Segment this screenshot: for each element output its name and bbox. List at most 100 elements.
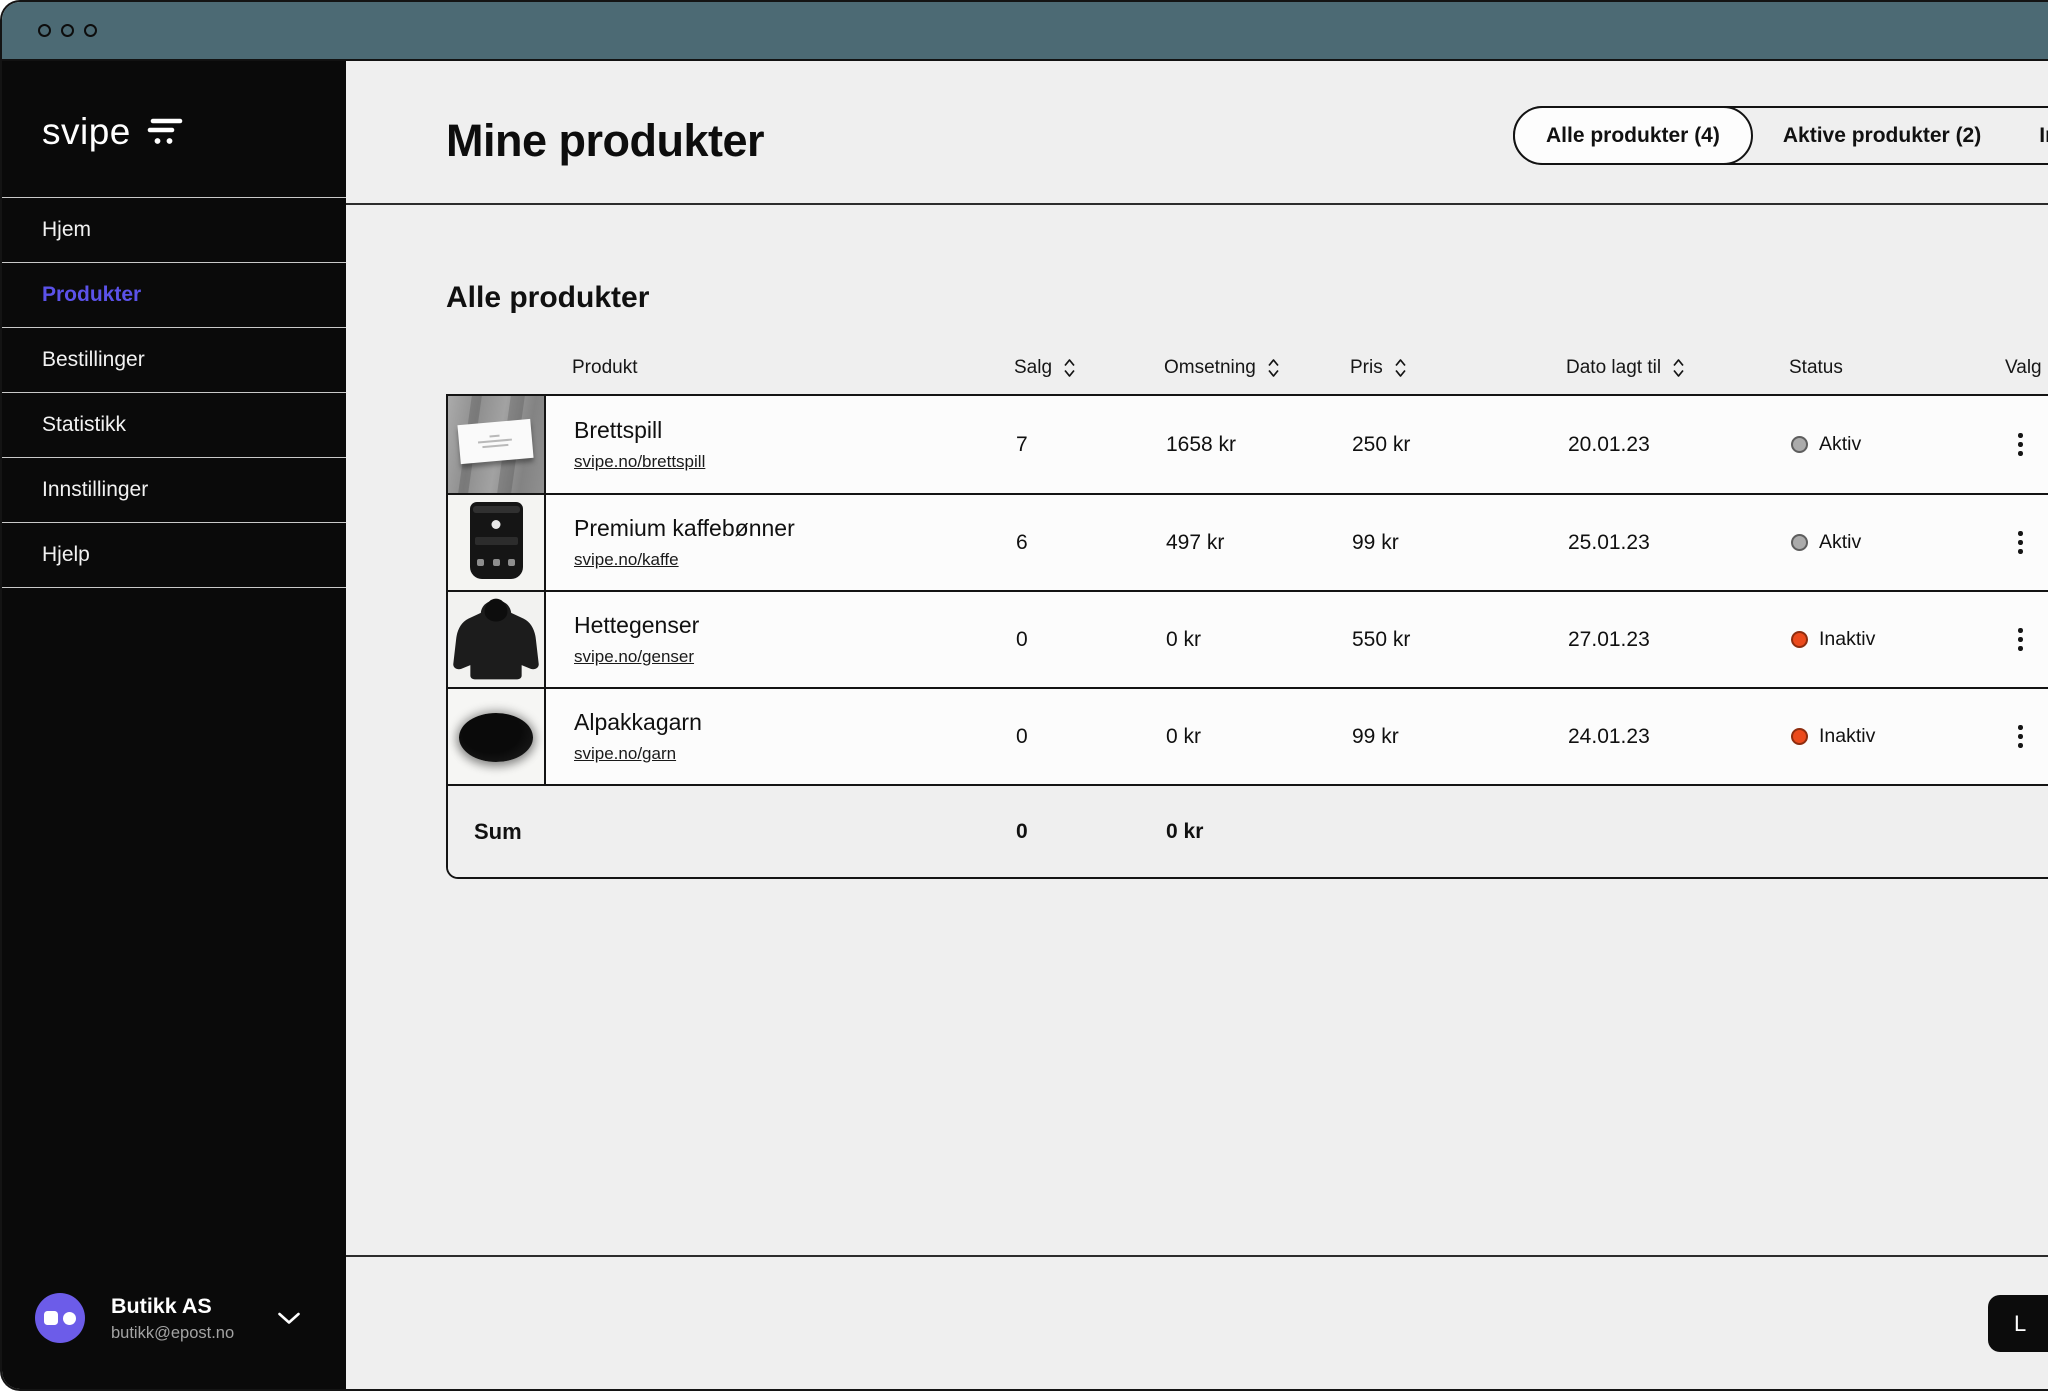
date-added-value: 20.01.23 xyxy=(1568,396,1791,493)
revenue-value: 0 kr xyxy=(1166,689,1352,784)
price-value: 99 kr xyxy=(1352,689,1568,784)
window-titlebar xyxy=(2,2,2048,61)
sales-value: 7 xyxy=(1016,396,1166,493)
user-account[interactable]: Butikk AS butikk@epost.no xyxy=(35,1293,301,1343)
column-header-dato-lagt-til[interactable]: Dato lagt til xyxy=(1566,357,1789,379)
price-value: 550 kr xyxy=(1352,592,1568,687)
product-image-yarn xyxy=(448,689,546,784)
date-added-value: 25.01.23 xyxy=(1568,495,1791,590)
product-image-board-game xyxy=(448,396,546,493)
product-image-hoodie xyxy=(448,592,546,687)
sum-revenue: 0 kr xyxy=(1166,820,1352,844)
sort-icon[interactable] xyxy=(1670,357,1687,379)
tab-inaktive-produkter[interactable]: In xyxy=(2011,108,2048,163)
status-badge: Inaktiv xyxy=(1791,689,2007,784)
sum-row: Sum 0 0 kr xyxy=(448,784,2048,877)
products-table: Produkt Salg Omsetning Pris xyxy=(446,342,2048,879)
product-info: Hettegenser svipe.no/genser xyxy=(546,592,1016,687)
product-link[interactable]: svipe.no/brettspill xyxy=(574,452,705,472)
revenue-value: 0 kr xyxy=(1166,592,1352,687)
sales-value: 0 xyxy=(1016,689,1166,784)
sidebar-item-bestillinger[interactable]: Bestillinger xyxy=(2,328,346,393)
sort-icon[interactable] xyxy=(1392,357,1409,379)
product-image-coffee-bag xyxy=(448,495,546,590)
product-name: Alpakkagarn xyxy=(574,709,1016,736)
kebab-menu-icon[interactable] xyxy=(2012,719,2029,754)
sales-value: 0 xyxy=(1016,592,1166,687)
date-added-value: 27.01.23 xyxy=(1568,592,1791,687)
product-info: Alpakkagarn svipe.no/garn xyxy=(546,689,1016,784)
tab-alle-produkter[interactable]: Alle produkter (4) xyxy=(1513,106,1753,165)
row-actions xyxy=(2007,689,2048,784)
column-header-produkt: Produkt xyxy=(544,357,1014,379)
page-title: Mine produkter xyxy=(446,115,764,167)
chevron-down-icon[interactable] xyxy=(277,1312,301,1325)
kebab-menu-icon[interactable] xyxy=(2012,427,2029,462)
window-control-icon[interactable] xyxy=(38,24,51,37)
status-badge: Aktiv xyxy=(1791,396,2007,493)
status-badge: Aktiv xyxy=(1791,495,2007,590)
table-row: Brettspill svipe.no/brettspill 7 1658 kr… xyxy=(448,396,2048,493)
sales-value: 6 xyxy=(1016,495,1166,590)
sidebar-item-produkter[interactable]: Produkter xyxy=(2,263,346,328)
logo-text: svipe xyxy=(42,111,131,153)
kebab-menu-icon[interactable] xyxy=(2012,525,2029,560)
row-actions xyxy=(2007,396,2048,493)
sort-icon[interactable] xyxy=(1265,357,1282,379)
sidebar: svipe Hjem Produkter Bestillinger Statis… xyxy=(2,61,346,1389)
date-added-value: 24.01.23 xyxy=(1568,689,1791,784)
revenue-value: 1658 kr xyxy=(1166,396,1352,493)
user-name: Butikk AS xyxy=(111,1294,234,1319)
avatar-circle-glyph xyxy=(63,1312,76,1325)
user-text: Butikk AS butikk@epost.no xyxy=(111,1294,234,1343)
table-body: Brettspill svipe.no/brettspill 7 1658 kr… xyxy=(446,394,2048,879)
main-content: Mine produkter Alle produkter (4) Aktive… xyxy=(346,61,2048,1389)
kebab-menu-icon[interactable] xyxy=(2012,622,2029,657)
status-dot-icon xyxy=(1791,631,1808,648)
avatar-square-glyph xyxy=(44,1311,58,1325)
sort-icon[interactable] xyxy=(1061,357,1078,379)
avatar xyxy=(35,1293,85,1343)
header-divider xyxy=(346,203,2048,205)
tab-aktive-produkter[interactable]: Aktive produkter (2) xyxy=(1753,108,2011,163)
product-info: Brettspill svipe.no/brettspill xyxy=(546,396,1016,493)
sum-sales: 0 xyxy=(1016,820,1166,844)
column-header-pris[interactable]: Pris xyxy=(1350,357,1566,379)
sidebar-item-statistikk[interactable]: Statistikk xyxy=(2,393,346,458)
footer-divider xyxy=(346,1255,2048,1257)
table-header-row: Produkt Salg Omsetning Pris xyxy=(446,342,2048,394)
product-name: Brettspill xyxy=(574,417,1016,444)
product-link[interactable]: svipe.no/genser xyxy=(574,647,694,667)
table-row: Alpakkagarn svipe.no/garn 0 0 kr 99 kr 2… xyxy=(448,687,2048,784)
swipe-lines-icon xyxy=(146,117,184,147)
row-actions xyxy=(2007,592,2048,687)
column-header-status: Status xyxy=(1789,357,2005,379)
status-dot-icon xyxy=(1791,728,1808,745)
row-actions xyxy=(2007,495,2048,590)
revenue-value: 497 kr xyxy=(1166,495,1352,590)
column-header-valg: Valg xyxy=(2005,357,2048,379)
sidebar-item-hjem[interactable]: Hjem xyxy=(2,198,346,263)
sidebar-item-hjelp[interactable]: Hjelp xyxy=(2,523,346,588)
user-email: butikk@epost.no xyxy=(111,1324,234,1343)
product-name: Premium kaffebønner xyxy=(574,515,1016,542)
product-link[interactable]: svipe.no/kaffe xyxy=(574,550,679,570)
product-name: Hettegenser xyxy=(574,612,1016,639)
table-row: Premium kaffebønner svipe.no/kaffe 6 497… xyxy=(448,493,2048,590)
window-control-icon[interactable] xyxy=(61,24,74,37)
table-row: Hettegenser svipe.no/genser 0 0 kr 550 k… xyxy=(448,590,2048,687)
product-link[interactable]: svipe.no/garn xyxy=(574,744,676,764)
status-dot-icon xyxy=(1791,534,1808,551)
sum-label: Sum xyxy=(448,819,1016,845)
add-product-button[interactable]: L xyxy=(1988,1295,2048,1352)
product-info: Premium kaffebønner svipe.no/kaffe xyxy=(546,495,1016,590)
sidebar-item-innstillinger[interactable]: Innstillinger xyxy=(2,458,346,523)
window-control-icon[interactable] xyxy=(84,24,97,37)
status-badge: Inaktiv xyxy=(1791,592,2007,687)
status-dot-icon xyxy=(1791,436,1808,453)
product-filter-tabs: Alle produkter (4) Aktive produkter (2) … xyxy=(1513,106,2048,165)
column-header-omsetning[interactable]: Omsetning xyxy=(1164,357,1350,379)
price-value: 250 kr xyxy=(1352,396,1568,493)
price-value: 99 kr xyxy=(1352,495,1568,590)
column-header-salg[interactable]: Salg xyxy=(1014,357,1164,379)
